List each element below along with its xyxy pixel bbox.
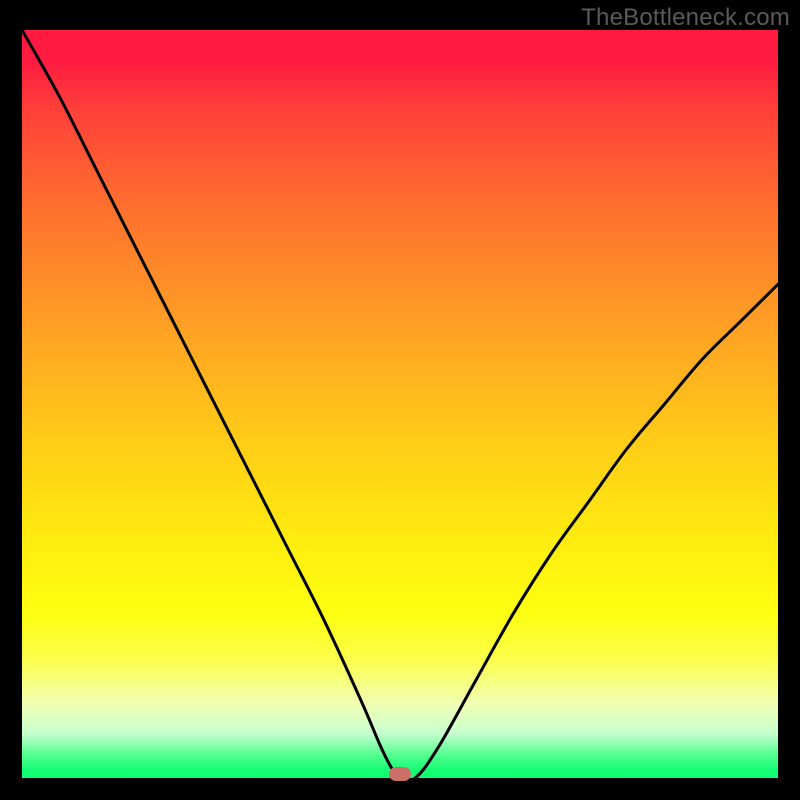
curve-path bbox=[22, 30, 778, 778]
optimal-marker bbox=[389, 767, 411, 781]
watermark-text: TheBottleneck.com bbox=[581, 4, 790, 32]
chart-frame: TheBottleneck.com bbox=[0, 0, 800, 800]
bottleneck-curve bbox=[22, 30, 778, 778]
